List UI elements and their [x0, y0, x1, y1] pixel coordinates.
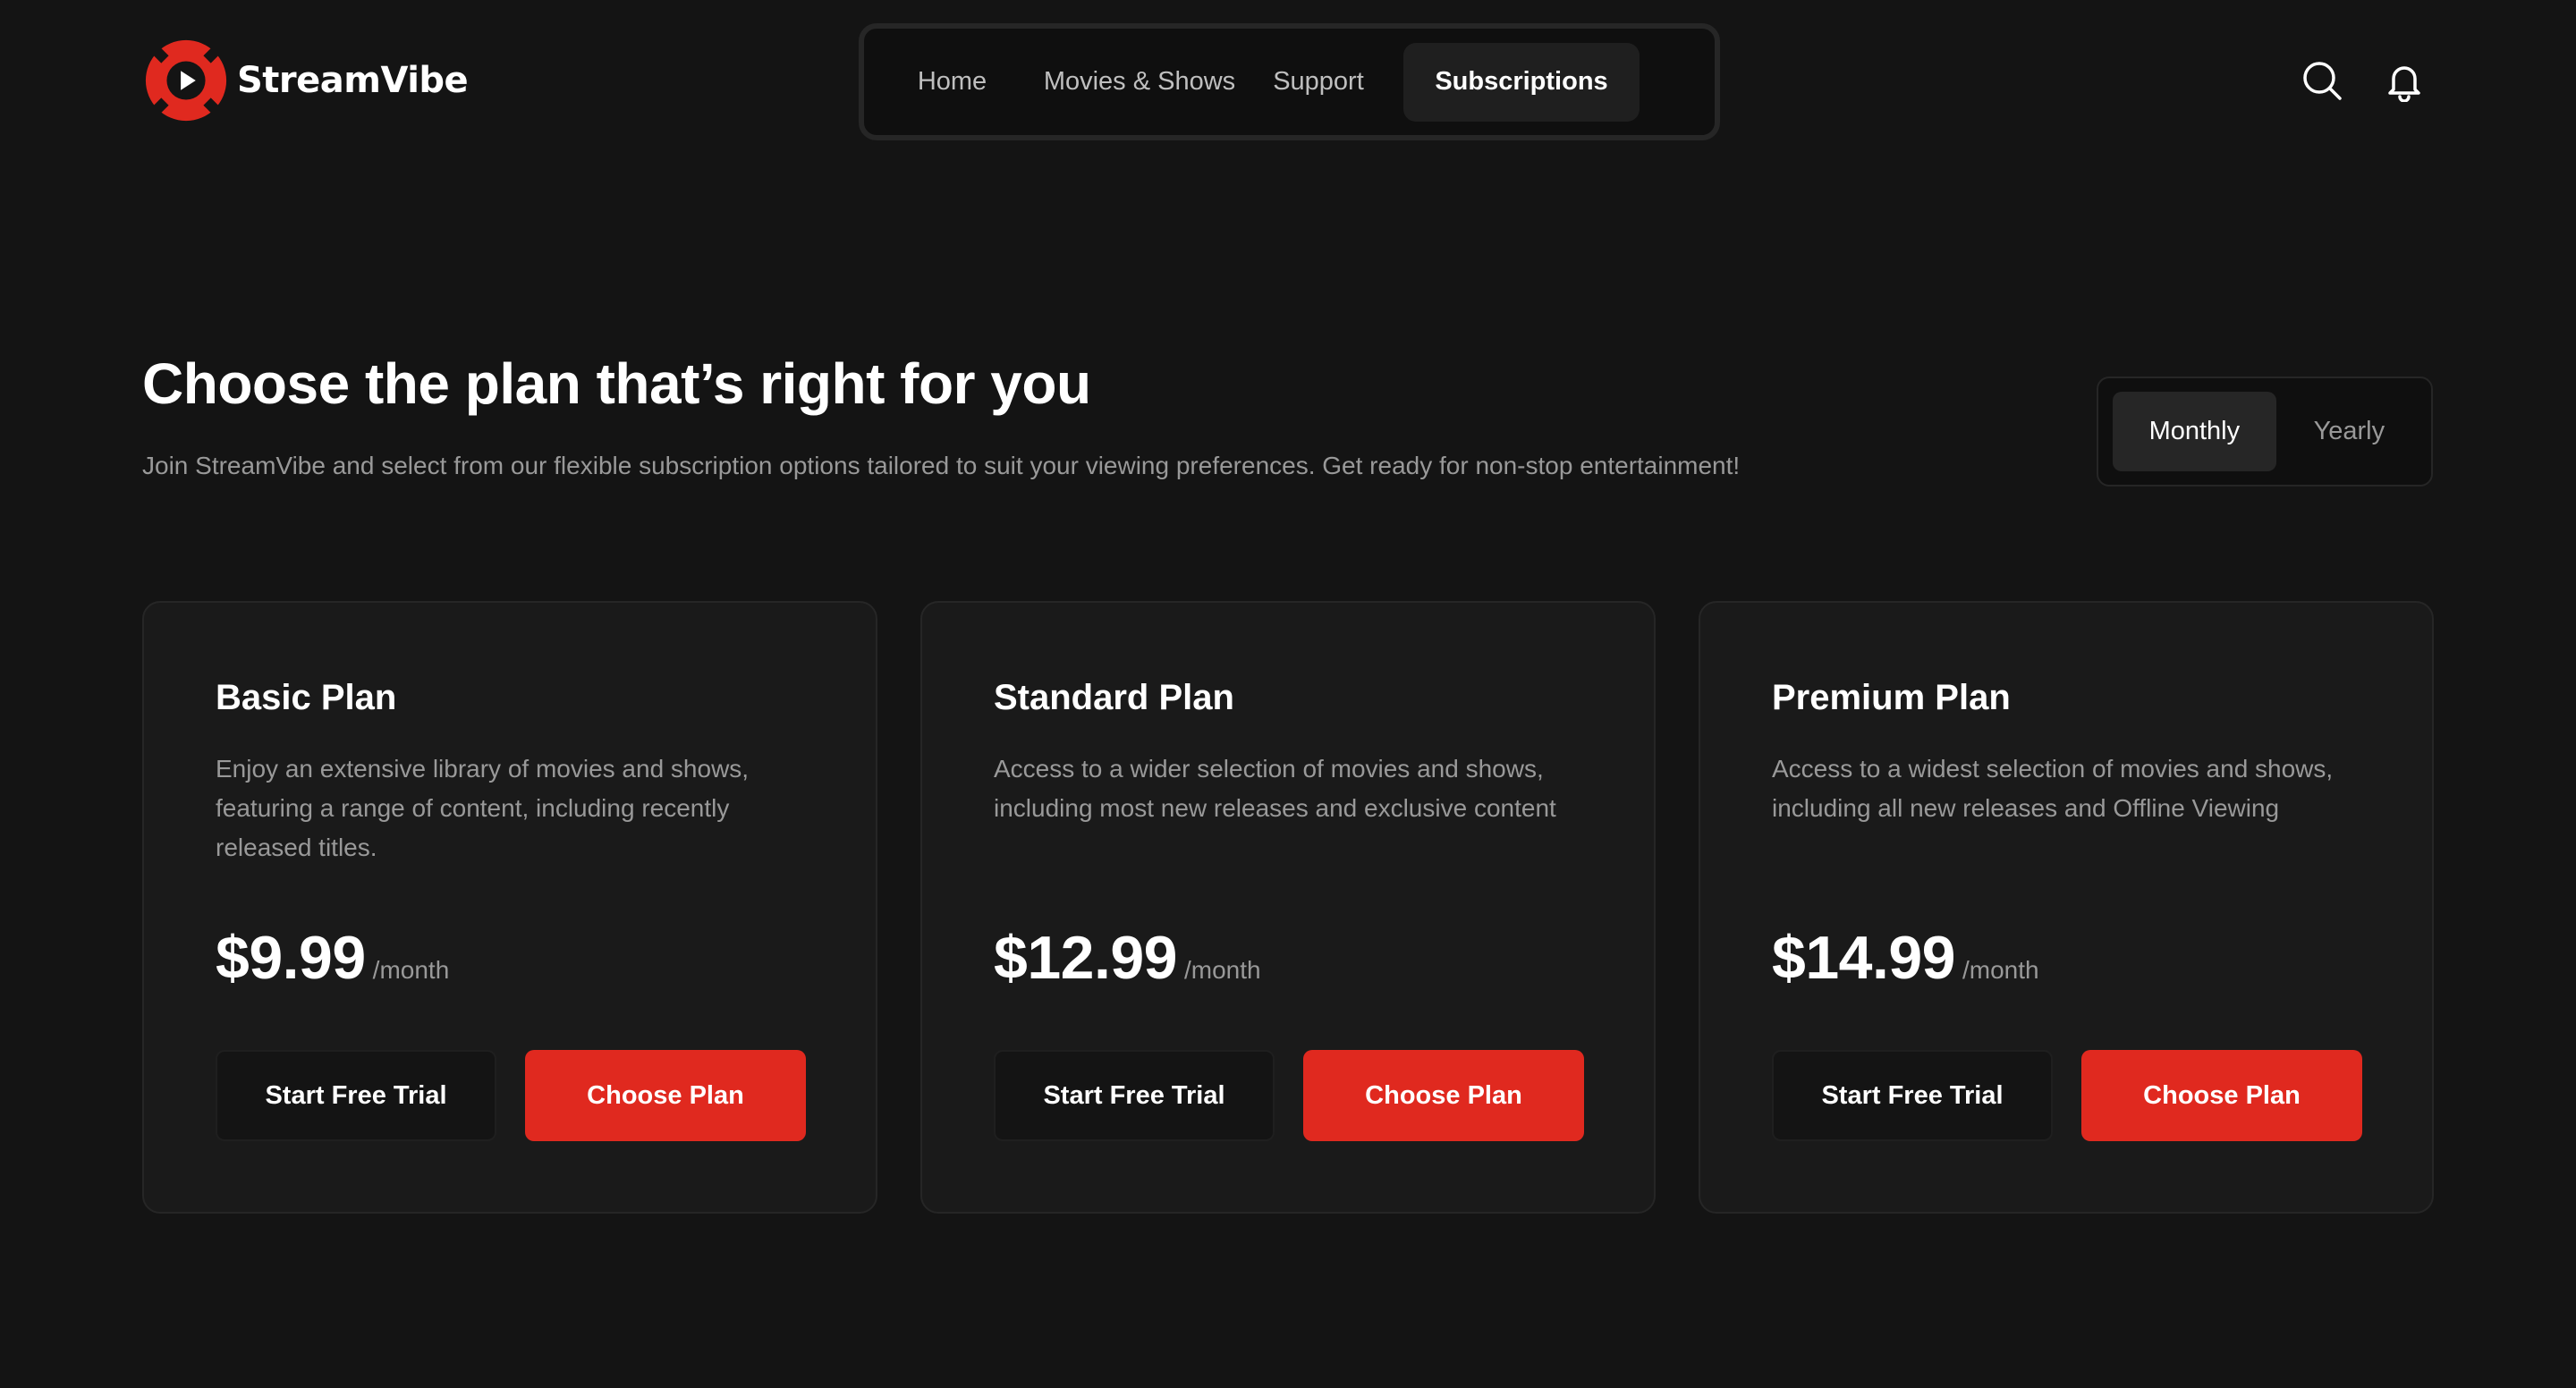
plan-card-premium: Premium Plan Access to a widest selectio…	[1699, 601, 2434, 1214]
search-button[interactable]	[2299, 57, 2345, 104]
site-header: StreamVibe Home Movies & Shows Support S…	[0, 0, 2576, 165]
subscriptions-page: StreamVibe Home Movies & Shows Support S…	[0, 0, 2576, 1388]
plan-price: $9.99 /month	[216, 923, 449, 993]
price-period: /month	[1183, 956, 1261, 984]
plan-title: Basic Plan	[216, 678, 397, 717]
plan-price: $12.99 /month	[994, 923, 1261, 993]
plan-title: Standard Plan	[994, 678, 1234, 717]
start-free-trial-button[interactable]: Start Free Trial	[1772, 1050, 2053, 1141]
plan-title: Premium Plan	[1772, 678, 2011, 717]
billing-toggle: Monthly Yearly	[2097, 377, 2433, 487]
toggle-yearly[interactable]: Yearly	[2282, 392, 2417, 471]
price-amount: $12.99	[994, 924, 1177, 992]
price-amount: $9.99	[216, 924, 366, 992]
plan-card-basic: Basic Plan Enjoy an extensive library of…	[142, 601, 877, 1214]
brand-logo[interactable]: StreamVibe	[142, 37, 469, 124]
nav-item-home[interactable]: Home	[877, 43, 1028, 122]
streamvibe-logo-icon	[145, 39, 227, 122]
header-actions	[2299, 57, 2428, 104]
main-nav: Home Movies & Shows Support Subscription…	[859, 23, 1720, 140]
choose-plan-button[interactable]: Choose Plan	[2081, 1050, 2362, 1141]
price-amount: $14.99	[1772, 924, 1955, 992]
plan-price: $14.99 /month	[1772, 923, 2039, 993]
plan-card-standard: Standard Plan Access to a wider selectio…	[920, 601, 1656, 1214]
page-title: Choose the plan that’s right for you	[142, 351, 1091, 416]
brand-name: StreamVibe	[237, 60, 469, 101]
start-free-trial-button[interactable]: Start Free Trial	[216, 1050, 496, 1141]
search-icon	[2303, 62, 2342, 100]
start-free-trial-button[interactable]: Start Free Trial	[994, 1050, 1275, 1141]
plan-description: Enjoy an extensive library of movies and…	[216, 755, 750, 861]
price-period: /month	[372, 956, 450, 984]
nav-item-support[interactable]: Support	[1255, 43, 1382, 122]
choose-plan-button[interactable]: Choose Plan	[1303, 1050, 1584, 1141]
page-description: Join StreamVibe and select from our flex…	[142, 452, 1741, 479]
nav-item-movies-shows[interactable]: Movies & Shows	[1033, 43, 1246, 122]
nav-item-subscriptions[interactable]: Subscriptions	[1403, 42, 1640, 122]
toggle-monthly[interactable]: Monthly	[2113, 392, 2276, 471]
bell-icon	[2388, 66, 2420, 102]
price-period: /month	[1962, 956, 2039, 984]
notifications-button[interactable]	[2381, 57, 2428, 104]
plan-description: Access to a widest selection of movies a…	[1772, 755, 2334, 822]
plan-description: Access to a wider selection of movies an…	[994, 755, 1556, 822]
choose-plan-button[interactable]: Choose Plan	[525, 1050, 806, 1141]
